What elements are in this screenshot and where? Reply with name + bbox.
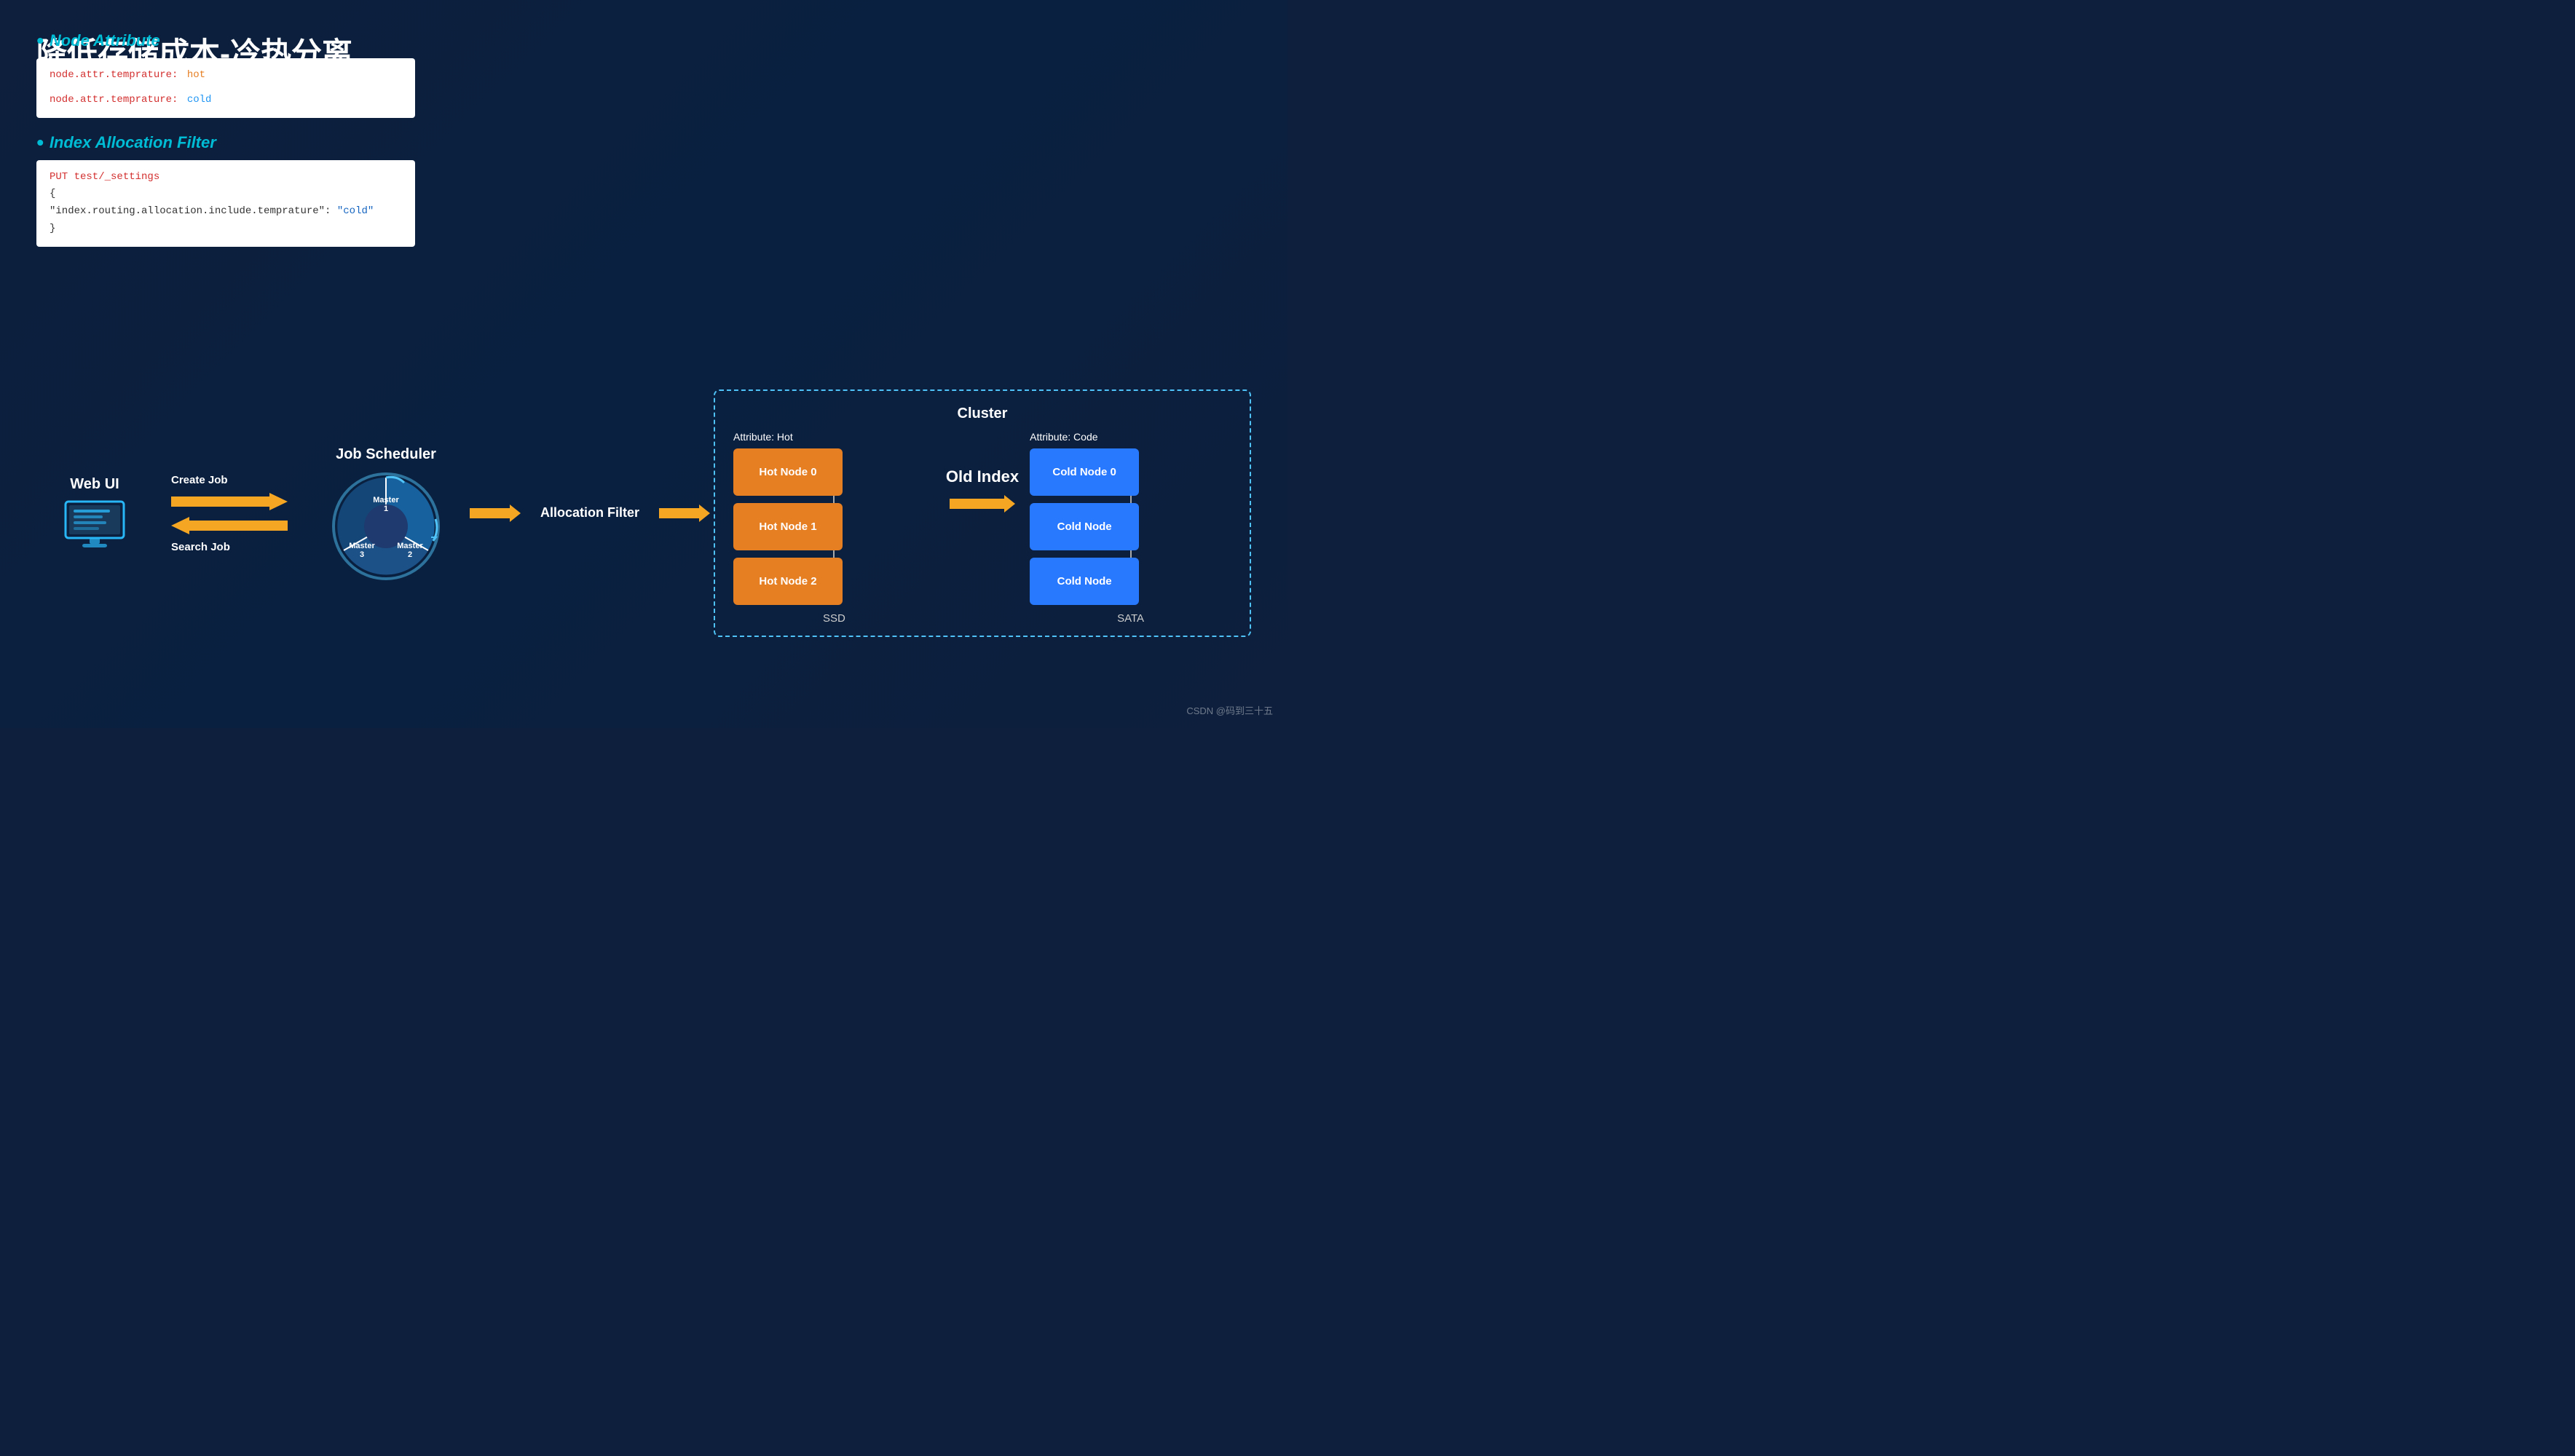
old-index-arrow bbox=[950, 494, 1015, 514]
watermark: CSDN @码到三十五 bbox=[1186, 703, 1273, 717]
arrow-scheduler-to-alloc bbox=[466, 503, 524, 523]
code1-line1: node.attr.temprature: hot bbox=[50, 67, 402, 84]
code1-line2: node.attr.temprature: cold bbox=[50, 92, 402, 109]
arrow-right-create bbox=[171, 491, 288, 512]
hot-node-1: Hot Node 1 bbox=[733, 503, 843, 550]
svg-text:1: 1 bbox=[384, 505, 388, 513]
cluster-inner: Attribute: Hot Hot Node 0 Hot Node 1 Hot… bbox=[733, 431, 1231, 625]
node-attribute-label: Node Attribute bbox=[36, 29, 430, 52]
svg-text:Master: Master bbox=[397, 542, 423, 550]
code1-prefix1: node.attr.temprature: bbox=[50, 69, 178, 81]
arrow-left-search bbox=[171, 515, 288, 536]
search-job-label: Search Job bbox=[171, 541, 230, 553]
hot-node-2: Hot Node 2 bbox=[733, 558, 843, 605]
job-scheduler-pie: Master 1 Master 2 Master 3 bbox=[331, 472, 441, 581]
code2-line3: "index.routing.allocation.include.tempra… bbox=[50, 203, 402, 221]
code2-key: "index.routing.allocation.include.tempra… bbox=[50, 205, 331, 217]
cold-node-1: Cold Node bbox=[1030, 503, 1139, 550]
big-arrow-2 bbox=[659, 503, 710, 523]
sata-label: SATA bbox=[1030, 612, 1231, 625]
code1-prefix2: node.attr.temprature: bbox=[50, 94, 178, 106]
cluster-title: Cluster bbox=[733, 405, 1231, 422]
ssd-label: SSD bbox=[733, 612, 935, 625]
hot-node-0: Hot Node 0 bbox=[733, 448, 843, 496]
code2-val: "cold" bbox=[337, 205, 374, 217]
big-arrow-1 bbox=[470, 503, 521, 523]
index-filter-label: Index Allocation Filter bbox=[36, 131, 430, 154]
left-panel: Node Attribute node.attr.temprature: hot… bbox=[36, 29, 430, 260]
create-job-label: Create Job bbox=[171, 474, 228, 486]
allocation-filter-label: Allocation Filter bbox=[540, 504, 639, 522]
allocation-filter-section: Allocation Filter bbox=[524, 504, 655, 522]
old-index-label: Old Index bbox=[946, 467, 1019, 486]
cold-nodes-section: Attribute: Code Cold Node 0 Cold Node Co… bbox=[1030, 431, 1231, 625]
cold-node-0: Cold Node 0 bbox=[1030, 448, 1139, 496]
svg-text:Master: Master bbox=[373, 496, 399, 505]
job-scheduler-label: Job Scheduler bbox=[336, 446, 436, 463]
svg-text:2: 2 bbox=[408, 550, 412, 559]
code2-line1: PUT test/_settings bbox=[50, 169, 402, 186]
code-block-2: PUT test/_settings { "index.routing.allo… bbox=[36, 160, 415, 247]
cold-node-2: Cold Node bbox=[1030, 558, 1139, 605]
attribute-hot-label: Attribute: Hot bbox=[733, 431, 935, 443]
code-block-1: node.attr.temprature: hot node.attr.temp… bbox=[36, 58, 415, 118]
diagram-area: Web UI Create Job bbox=[36, 313, 1251, 713]
old-index-section: Old Index bbox=[946, 431, 1019, 514]
connector-hot-12 bbox=[833, 550, 835, 558]
arrow-alloc-to-cluster bbox=[655, 503, 714, 523]
arrows-web-to-scheduler: Create Job Search Job bbox=[157, 474, 302, 553]
code1-val2: cold bbox=[187, 94, 212, 106]
slide: 降低存储成本-冷热分离 Node Attribute node.attr.tem… bbox=[0, 0, 1288, 728]
web-ui-label: Web UI bbox=[70, 476, 119, 493]
svg-text:Master: Master bbox=[349, 542, 375, 550]
code2-line2: { bbox=[50, 186, 402, 203]
cluster-box: Cluster Attribute: Hot Hot Node 0 Hot No… bbox=[714, 389, 1251, 637]
monitor-icon bbox=[62, 500, 127, 551]
hot-nodes-section: Attribute: Hot Hot Node 0 Hot Node 1 Hot… bbox=[733, 431, 935, 625]
code2-line4: } bbox=[50, 221, 402, 238]
connector-cold-12 bbox=[1130, 550, 1132, 558]
svg-text:3: 3 bbox=[360, 550, 364, 559]
connector-cold-01 bbox=[1130, 496, 1132, 503]
web-ui-section: Web UI bbox=[36, 476, 153, 551]
connector-hot-01 bbox=[833, 496, 835, 503]
attribute-cold-label: Attribute: Code bbox=[1030, 431, 1231, 443]
code1-val1: hot bbox=[187, 69, 205, 81]
job-scheduler-section: Job Scheduler Ma bbox=[306, 446, 466, 581]
